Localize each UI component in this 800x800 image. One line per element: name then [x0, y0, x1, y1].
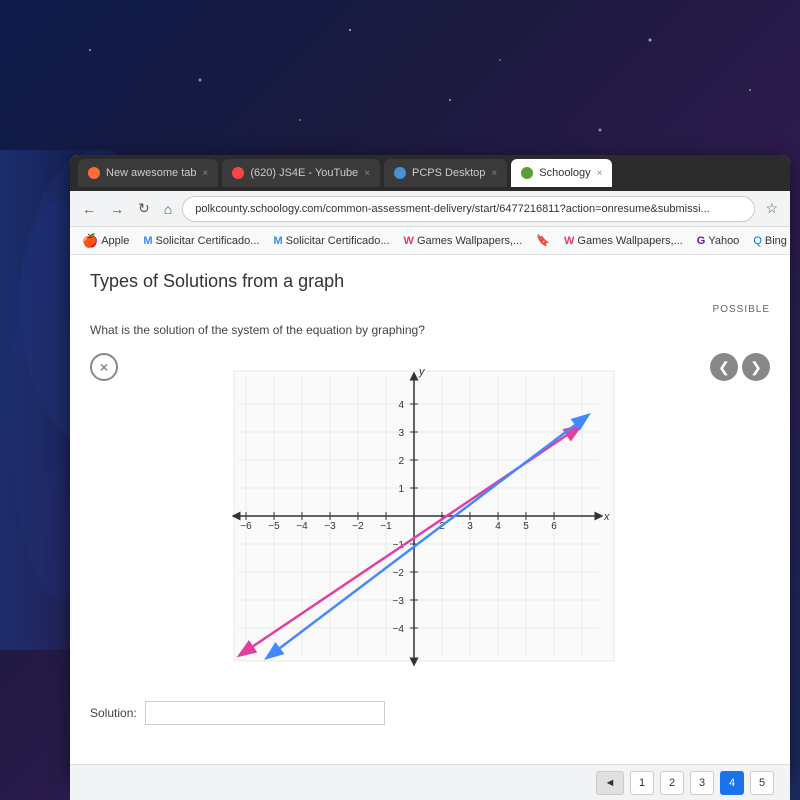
- svg-text:−2: −2: [352, 521, 364, 532]
- svg-text:−3: −3: [324, 521, 336, 532]
- svg-text:3: 3: [398, 428, 404, 439]
- tab-schoology-icon: [521, 167, 533, 179]
- tab-schoology-label: Schoology: [539, 167, 590, 179]
- close-button[interactable]: ×: [90, 353, 118, 381]
- page-content: Types of Solutions from a graph POSSIBLE…: [70, 255, 790, 775]
- svg-text:−1: −1: [380, 521, 392, 532]
- bookmark-solicitar1[interactable]: M Solicitar Certificado...: [139, 233, 263, 249]
- tab-new-close[interactable]: ×: [203, 168, 209, 179]
- svg-text:−3: −3: [393, 596, 405, 607]
- svg-text:−5: −5: [268, 521, 280, 532]
- bookmark-games1[interactable]: W Games Wallpapers,...: [400, 233, 527, 249]
- coordinate-graph: −6 −5 −4 −3 −2 −1 2 3 4 5 6 x 4 3 2: [204, 361, 624, 681]
- solicitar1-icon: M: [143, 235, 152, 247]
- graph-container: −6 −5 −4 −3 −2 −1 2 3 4 5 6 x 4 3 2: [204, 361, 624, 681]
- possible-label: POSSIBLE: [90, 304, 770, 315]
- bookmark-star[interactable]: ☆: [761, 198, 782, 219]
- bookmark-games2[interactable]: W Games Wallpapers,...: [560, 233, 687, 249]
- pagination-bar: ◄ 1 2 3 4 5: [70, 764, 790, 800]
- prev-question-button[interactable]: ❮: [710, 353, 738, 381]
- svg-text:2: 2: [398, 456, 404, 467]
- bookmark-apple[interactable]: 🍎 Apple: [78, 231, 133, 251]
- tab-schoology-close[interactable]: ×: [597, 168, 603, 179]
- tab-new-icon: [88, 167, 100, 179]
- pagination-page-4[interactable]: 4: [720, 771, 744, 795]
- home-button[interactable]: ⌂: [160, 199, 176, 219]
- bookmark-solicitar1-label: Solicitar Certificado...: [156, 235, 260, 247]
- svg-text:3: 3: [467, 521, 473, 532]
- back-button[interactable]: ←: [78, 199, 100, 219]
- title-bar: New awesome tab × (620) JS4E - YouTube ×…: [70, 155, 790, 191]
- nav-graph-area: ×: [90, 353, 770, 689]
- pagination-prev-button[interactable]: ◄: [596, 771, 624, 795]
- forward-button[interactable]: →: [106, 199, 128, 219]
- bookmark-yahoo[interactable]: G Yahoo: [693, 233, 744, 249]
- solution-input[interactable]: [145, 701, 385, 725]
- tab-youtube[interactable]: (620) JS4E - YouTube ×: [222, 159, 380, 187]
- page-title: Types of Solutions from a graph: [90, 271, 770, 292]
- tab-pcps[interactable]: PCPS Desktop ×: [384, 159, 507, 187]
- tab-pcps-close[interactable]: ×: [491, 168, 497, 179]
- tab-youtube-icon: [232, 167, 244, 179]
- bookmark-bing[interactable]: Q Bing: [749, 233, 790, 249]
- refresh-button[interactable]: ↻: [134, 198, 154, 219]
- bookmark-apple-label: Apple: [101, 235, 129, 247]
- apple-icon: 🍎: [82, 233, 98, 249]
- browser-window: New awesome tab × (620) JS4E - YouTube ×…: [70, 155, 790, 775]
- tab-youtube-label: (620) JS4E - YouTube: [250, 167, 358, 179]
- bookmark-solicitar2-label: Solicitar Certificado...: [286, 235, 390, 247]
- bookmark-yahoo-label: Yahoo: [708, 235, 739, 247]
- pagination-page-5[interactable]: 5: [750, 771, 774, 795]
- solicitar2-icon: M: [273, 235, 282, 247]
- tab-pcps-icon: [394, 167, 406, 179]
- solution-label: Solution:: [90, 706, 137, 720]
- bookmark-bing-label: Bing: [765, 235, 787, 247]
- tab-pcps-label: PCPS Desktop: [412, 167, 485, 179]
- svg-text:−4: −4: [393, 624, 405, 635]
- bookmark-games1-label: Games Wallpapers,...: [417, 235, 522, 247]
- pagination-page-3[interactable]: 3: [690, 771, 714, 795]
- svg-text:6: 6: [551, 521, 557, 532]
- tab-new-label: New awesome tab: [106, 167, 197, 179]
- svg-text:−6: −6: [240, 521, 252, 532]
- address-input[interactable]: [182, 196, 755, 222]
- tab-schoology[interactable]: Schoology ×: [511, 159, 612, 187]
- games2-bookmark-icon: 🔖: [536, 234, 550, 247]
- address-bar: ← → ↻ ⌂ ☆: [70, 191, 790, 227]
- pagination-page-1[interactable]: 1: [630, 771, 654, 795]
- tab-new-awesome[interactable]: New awesome tab ×: [78, 159, 218, 187]
- svg-text:5: 5: [523, 521, 529, 532]
- solution-row: Solution:: [90, 701, 770, 725]
- bing-icon: Q: [753, 235, 762, 247]
- svg-text:4: 4: [495, 521, 501, 532]
- svg-text:4: 4: [398, 400, 404, 411]
- svg-text:−2: −2: [393, 568, 405, 579]
- tab-youtube-close[interactable]: ×: [364, 168, 370, 179]
- question-text: What is the solution of the system of th…: [90, 323, 770, 337]
- games1-icon: W: [404, 235, 414, 247]
- svg-text:1: 1: [398, 484, 404, 495]
- svg-text:x: x: [603, 511, 610, 523]
- pagination-page-2[interactable]: 2: [660, 771, 684, 795]
- games2-icon: W: [564, 235, 574, 247]
- yahoo-icon: G: [697, 235, 706, 247]
- right-nav-buttons: ❮ ❯: [710, 353, 770, 381]
- next-question-button[interactable]: ❯: [742, 353, 770, 381]
- bookmark-solicitar2[interactable]: M Solicitar Certificado...: [269, 233, 393, 249]
- bookmark-games2-label: Games Wallpapers,...: [577, 235, 682, 247]
- bookmarks-bar: 🍎 Apple M Solicitar Certificado... M Sol…: [70, 227, 790, 255]
- svg-text:−4: −4: [296, 521, 308, 532]
- bookmark-bookmark-bar[interactable]: 🔖: [532, 232, 554, 249]
